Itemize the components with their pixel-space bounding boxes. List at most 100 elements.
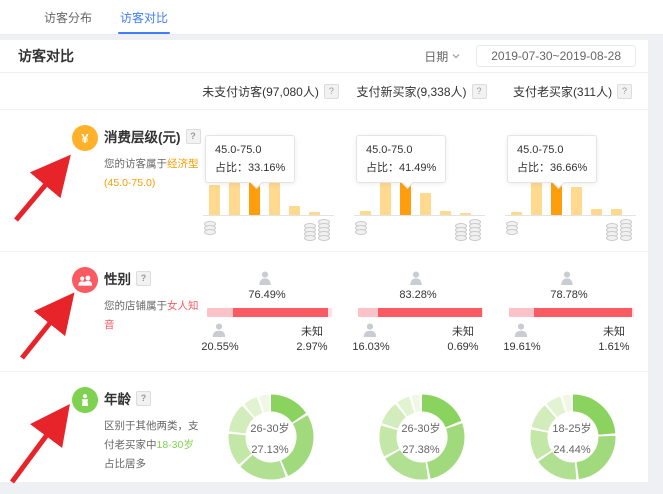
gender-bar-chart-returning-buyers[interactable]: 78.78%19.61%未知1.61% xyxy=(497,252,648,371)
card-header: 访客对比 日期 2019-07-30~2019-08-28 xyxy=(0,40,648,73)
bar xyxy=(571,187,582,215)
coin-stack-icon xyxy=(620,221,632,241)
coin-icon xyxy=(620,235,632,241)
female-percentage: 76.49% xyxy=(215,289,319,301)
visitor-compare-card: 访客对比 日期 2019-07-30~2019-08-28 未支付访客(97,0… xyxy=(0,40,648,482)
male-percentage: 20.55% xyxy=(195,341,245,353)
high-spend-icon xyxy=(606,221,632,241)
column-header-spacer xyxy=(0,73,195,109)
low-spend-icon xyxy=(355,223,367,235)
unknown-segment xyxy=(482,308,483,317)
male-percentage: 19.61% xyxy=(497,341,547,353)
donut-center-label: 26-30岁27.38% xyxy=(376,419,466,461)
date-dimension-dropdown[interactable]: 日期 xyxy=(424,48,460,65)
help-icon[interactable]: ? xyxy=(324,84,339,99)
column-label: 未支付访客(97,080人) xyxy=(202,83,319,100)
yuan-icon: ¥ xyxy=(72,125,98,151)
coin-icon xyxy=(318,235,330,241)
consumption-bar-chart-new-buyers[interactable]: 45.0-75.0占比：41.49% xyxy=(346,110,497,251)
column-header-unpaid-visitors: 未支付访客(97,080人) ? xyxy=(195,73,346,109)
consumption-bar-chart-unpaid[interactable]: 45.0-75.0占比：33.16% xyxy=(195,110,346,251)
top-tab-bar: 访客分布 访客对比 xyxy=(0,0,663,35)
tooltip-share: 占比：33.16% xyxy=(215,159,285,177)
date-range-picker[interactable]: 2019-07-30~2019-08-28 xyxy=(476,45,636,67)
gender-stacked-bar xyxy=(358,308,483,317)
female-person-icon xyxy=(559,270,575,286)
person-glyph xyxy=(78,393,92,407)
male-person-icon xyxy=(211,322,227,338)
date-controls: 日期 2019-07-30~2019-08-28 xyxy=(424,45,636,67)
description-highlight: 18-30岁 xyxy=(157,439,194,451)
section-consumption-label: ¥ 消费层级(元) ? 您的访客属于经济型(45.0-75.0) xyxy=(0,110,195,251)
coin-stack-icon xyxy=(304,225,316,241)
gender-bar-chart-unpaid[interactable]: 76.49%20.55%未知2.97% xyxy=(195,252,346,371)
bar xyxy=(380,178,391,215)
consumption-bar-chart-returning-buyers[interactable]: 45.0-75.0占比：36.66% xyxy=(497,110,648,251)
column-header-new-buyers: 支付新买家(9,338人) ? xyxy=(346,73,497,109)
help-icon[interactable]: ? xyxy=(472,84,487,99)
x-axis-line xyxy=(203,215,334,216)
age-donut-chart-new-buyers[interactable]: 26-30岁27.38% xyxy=(346,372,497,482)
tab-visitor-compare[interactable]: 访客对比 xyxy=(120,0,168,34)
donut-segment xyxy=(414,403,420,404)
bar xyxy=(229,180,240,215)
tooltip-share: 占比：41.49% xyxy=(366,159,436,177)
section-title: 消费层级(元) xyxy=(104,126,181,146)
female-percentage: 78.78% xyxy=(517,289,621,301)
male-percentage: 16.03% xyxy=(346,341,396,353)
section-gender: 性别 ? 您的店铺属于女人知音 76.49%20.55%未知2.97% 83.2… xyxy=(0,251,648,371)
male-person-icon xyxy=(362,322,378,338)
section-title: 性别 xyxy=(104,268,131,288)
female-percentage: 83.28% xyxy=(366,289,470,301)
donut-segment xyxy=(247,461,283,471)
female-person-icon xyxy=(257,270,273,286)
coin-stack-icon xyxy=(455,225,467,241)
bar xyxy=(420,193,431,215)
coin-icon xyxy=(606,235,618,241)
chevron-down-icon xyxy=(452,52,460,60)
chart-tooltip: 45.0-75.0占比：33.16% xyxy=(205,135,295,183)
coin-stack-icon xyxy=(355,223,367,235)
section-title: 年龄 xyxy=(104,388,131,408)
section-description: 您的店铺属于女人知音 xyxy=(104,297,202,335)
unknown-percentage: 0.69% xyxy=(437,341,489,353)
male-person-icon xyxy=(513,322,529,338)
female-segment xyxy=(378,308,482,317)
column-label: 支付新买家(9,338人) xyxy=(356,83,466,100)
x-axis-line xyxy=(505,215,636,216)
column-header-row: 未支付访客(97,080人) ? 支付新买家(9,338人) ? 支付老买家(3… xyxy=(0,73,648,110)
donut-age-bucket: 26-30岁 xyxy=(225,419,315,440)
unknown-label: 未知 xyxy=(290,323,334,339)
gender-bar-chart-new-buyers[interactable]: 83.28%16.03%未知0.69% xyxy=(346,252,497,371)
low-spend-icon xyxy=(506,223,518,235)
donut-segment xyxy=(262,403,269,404)
age-donut-chart-returning-buyers[interactable]: 18-25岁24.44% xyxy=(497,372,648,482)
unknown-segment xyxy=(328,308,332,317)
tab-visitor-distribution[interactable]: 访客分布 xyxy=(44,0,92,34)
male-segment xyxy=(509,308,534,317)
section-age: 年龄 ? 区别于其他两类，支付老买家中18-30岁占比居多 26-30岁27.1… xyxy=(0,371,648,482)
donut-segment xyxy=(552,405,563,411)
donut-segment xyxy=(565,403,571,404)
high-spend-icon xyxy=(304,221,330,241)
age-donut-chart-unpaid[interactable]: 26-30岁27.13% xyxy=(195,372,346,482)
donut-segment xyxy=(402,405,411,410)
gender-people-icon xyxy=(72,267,98,293)
chart-tooltip: 45.0-75.0占比：36.66% xyxy=(507,135,597,183)
tooltip-range: 45.0-75.0 xyxy=(215,141,285,159)
red-annotation-arrow xyxy=(0,146,80,234)
donut-age-bucket: 18-25岁 xyxy=(527,419,617,440)
section-description: 您的访客属于经济型(45.0-75.0) xyxy=(104,155,202,193)
donut-age-bucket: 26-30岁 xyxy=(376,419,466,440)
donut-percentage: 27.38% xyxy=(376,440,466,461)
column-label: 支付老买家(311人) xyxy=(513,83,612,100)
unknown-segment xyxy=(632,308,634,317)
donut-percentage: 24.44% xyxy=(527,440,617,461)
section-description: 区别于其他两类，支付老买家中18-30岁占比居多 xyxy=(104,417,202,474)
help-icon[interactable]: ? xyxy=(617,84,632,99)
help-icon[interactable]: ? xyxy=(136,391,151,406)
red-annotation-arrow xyxy=(4,282,84,370)
help-icon[interactable]: ? xyxy=(136,271,151,286)
tooltip-range: 45.0-75.0 xyxy=(517,141,587,159)
date-dropdown-label: 日期 xyxy=(424,48,448,65)
